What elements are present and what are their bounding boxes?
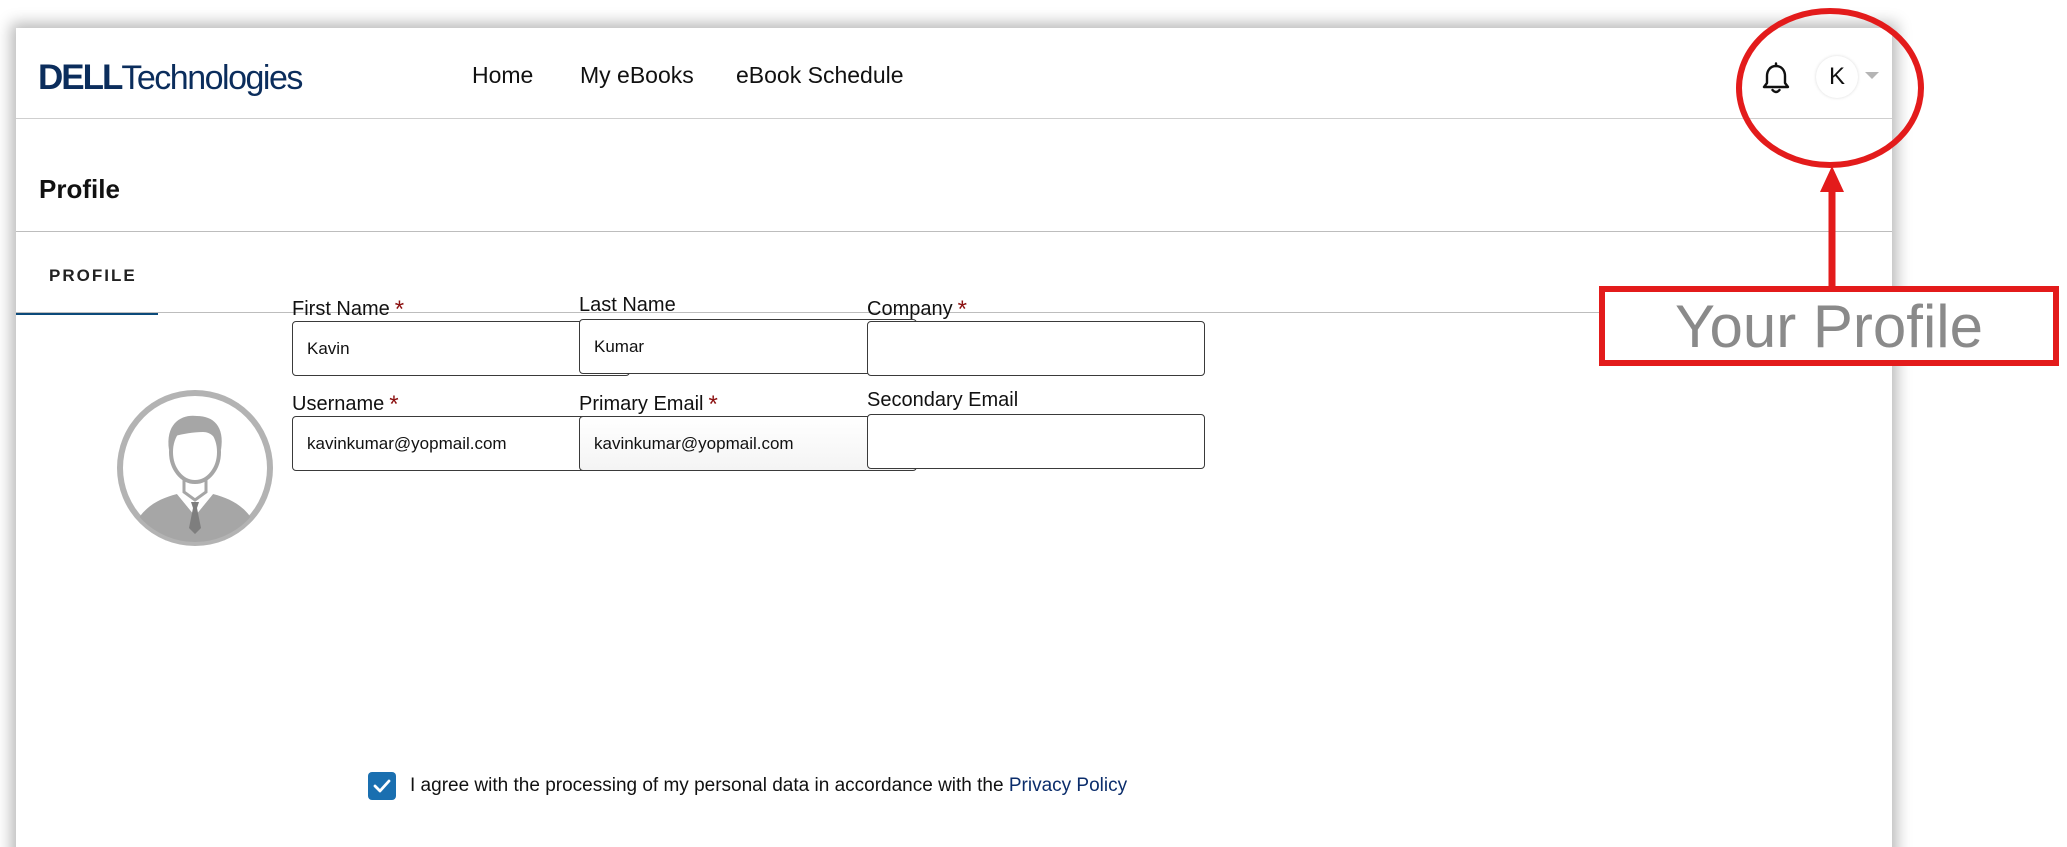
page-title: Profile <box>39 174 120 204</box>
privacy-consent-checkbox[interactable] <box>368 772 396 800</box>
required-asterisk: * <box>389 391 399 418</box>
annotation-arrow-up-icon <box>1820 166 1844 286</box>
secondary-email-input[interactable] <box>867 414 1205 469</box>
company-input[interactable] <box>867 321 1205 376</box>
required-asterisk: * <box>708 391 718 418</box>
secondary-email-label: Secondary Email <box>867 389 1019 411</box>
nav-link-my-ebooks[interactable]: My eBooks <box>580 62 694 89</box>
primary-email-label-text: Primary Email <box>579 393 704 415</box>
first-name-label-text: First Name <box>292 298 390 320</box>
nav-link-home[interactable]: Home <box>472 62 533 89</box>
logo-technologies-text: Technologies <box>121 59 303 97</box>
last-name-label: Last Name <box>579 294 676 316</box>
nav-link-ebook-schedule[interactable]: eBook Schedule <box>736 62 904 89</box>
top-navigation-bar: DELL Technologies Home My eBooks eBook Sc… <box>16 28 1892 119</box>
company-label: Company * <box>867 294 967 323</box>
checkmark-icon <box>373 779 391 793</box>
username-label: Username * <box>292 389 399 418</box>
app-window: DELL Technologies Home My eBooks eBook Sc… <box>16 28 1892 847</box>
profile-avatar-icon <box>117 390 273 546</box>
annotation-label: Your Profile <box>1675 292 1983 360</box>
required-asterisk: * <box>957 296 967 323</box>
logo-dell-text: DELL <box>38 58 123 97</box>
tab-profile-label: PROFILE <box>49 266 137 285</box>
dell-technologies-logo[interactable]: DELL Technologies <box>38 58 303 102</box>
required-asterisk: * <box>394 296 405 323</box>
title-divider <box>16 231 1892 232</box>
privacy-consent-text: I agree with the processing of my person… <box>410 775 1127 797</box>
primary-email-label: Primary Email * <box>579 389 718 418</box>
first-name-label: First Name * <box>292 294 405 323</box>
tab-profile[interactable]: PROFILE <box>16 232 158 315</box>
privacy-policy-link[interactable]: Privacy Policy <box>1009 775 1127 796</box>
annotation-callout-box: Your Profile <box>1599 286 2059 366</box>
annotation-highlight-circle <box>1736 8 1924 168</box>
username-label-text: Username <box>292 393 385 415</box>
company-label-text: Company <box>867 298 953 320</box>
consent-statement: I agree with the processing of my person… <box>410 775 1009 796</box>
screenshot-stage: DELL Technologies Home My eBooks eBook Sc… <box>0 0 2067 847</box>
